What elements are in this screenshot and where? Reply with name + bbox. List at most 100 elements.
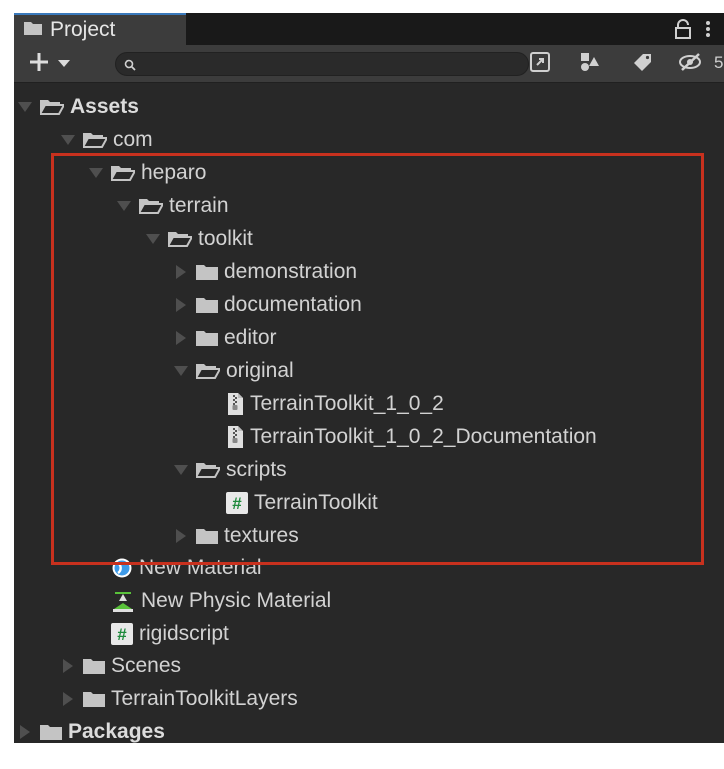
folder-open-icon [111,165,135,181]
zip-file-icon [226,392,244,416]
tree-item-label: original [226,358,294,382]
zip-file-icon [226,425,244,449]
toggle-hidden-packages-button[interactable] [676,49,706,79]
tree-asset-row[interactable]: TerrainToolkit_1_0_2 [202,387,444,420]
folder-icon [196,297,218,313]
tree-folder-row[interactable]: Assets [16,90,139,123]
folder-icon [24,21,42,40]
search-by-type-button[interactable] [525,49,555,79]
tree-asset-row[interactable]: New Physic Material [87,584,331,617]
tree-asset-row[interactable]: New Material [87,551,262,584]
eye-slash-icon [678,52,704,77]
svg-text:#: # [117,625,127,644]
tree-item-label: com [113,127,153,151]
tab-project[interactable]: Project [14,13,186,45]
tab-bar: Project [14,13,724,45]
folder-open-icon [168,231,192,247]
tree-folder-row[interactable]: TerrainToolkitLayers [59,682,298,715]
tree-folder-row[interactable]: original [172,354,294,387]
chevron-down-icon [58,55,70,73]
physic-material-icon [111,589,135,613]
tree-folder-row[interactable]: Scenes [59,649,181,682]
search-field[interactable] [115,52,529,76]
expand-arrow-icon[interactable] [172,461,190,479]
expand-arrow-icon[interactable] [115,197,133,215]
tab-label: Project [50,18,116,41]
csharp-script-icon: # [111,622,133,645]
tree-item-label: TerrainToolkit_1_0_2 [250,391,444,415]
window-search-icon [529,51,551,78]
expand-arrow-icon[interactable] [87,164,105,182]
tree-item-label: rigidscript [139,621,229,645]
tree-item-label: TerrainToolkit_1_0_2_Documentation [250,424,597,448]
filter-by-type-button[interactable] [575,49,605,79]
collapse-arrow-icon[interactable] [59,690,77,708]
tree-folder-row[interactable]: documentation [172,288,362,321]
tag-icon [633,52,653,77]
search-icon [124,58,136,76]
tree-item-label: New Physic Material [141,588,332,612]
filter-by-label-button[interactable] [628,49,658,79]
project-window: Project 5 Assets com heparo terrain tool… [14,13,724,743]
tree-folder-row[interactable]: Packages [16,715,165,743]
tree-folder-row[interactable]: com [59,123,153,156]
folder-icon [196,264,218,280]
tree-item-label: New Material [139,555,262,579]
folder-icon [196,330,218,346]
hidden-packages-count: 5 [714,53,724,72]
collapse-arrow-icon[interactable] [59,657,77,675]
tree-folder-row[interactable]: toolkit [144,222,253,255]
tree-folder-row[interactable]: scripts [172,453,287,486]
lock-icon[interactable] [674,19,692,39]
expand-arrow-icon[interactable] [144,230,162,248]
tree-asset-row[interactable]: # TerrainToolkit [202,486,378,519]
tree-item-label: textures [224,523,299,547]
expand-arrow-icon[interactable] [172,362,190,380]
collapse-arrow-icon[interactable] [172,329,190,347]
expand-arrow-icon[interactable] [59,131,77,149]
tree-asset-row[interactable]: # rigidscript [87,617,229,650]
collapse-arrow-icon[interactable] [172,296,190,314]
collapse-arrow-icon[interactable] [172,263,190,281]
tree-folder-row[interactable]: terrain [115,189,229,222]
tree-asset-row[interactable]: TerrainToolkit_1_0_2_Documentation [202,420,597,453]
tree-folder-row[interactable]: demonstration [172,255,357,288]
folder-icon [83,658,105,674]
tree-item-label: Packages [68,719,165,743]
tree-item-label: editor [224,325,277,349]
tree-folder-row[interactable]: editor [172,321,277,354]
tree-item-label: Assets [70,94,139,118]
shapes-icon [579,51,601,78]
material-icon [111,557,133,579]
search-input[interactable] [142,55,516,75]
collapse-arrow-icon[interactable] [172,527,190,545]
tree-item-label: scripts [226,457,287,481]
folder-open-icon [196,363,220,379]
svg-text:#: # [232,494,242,513]
tree-item-label: terrain [169,193,229,217]
tree-item-label: Scenes [111,653,182,677]
tree-item-label: TerrainToolkit [254,490,378,514]
create-button[interactable] [28,49,88,79]
folder-open-icon [83,132,107,148]
tree-item-label: heparo [141,160,207,184]
collapse-arrow-icon[interactable] [16,723,34,741]
tree-folder-row[interactable]: heparo [87,156,206,189]
folder-open-icon [196,462,220,478]
toolbar: 5 [14,45,724,83]
csharp-script-icon: # [226,491,248,514]
tree-item-label: TerrainToolkitLayers [111,686,298,710]
expand-arrow-icon[interactable] [16,98,34,116]
folder-icon [40,724,62,740]
tree-item-label: demonstration [224,259,358,283]
tree-folder-row[interactable]: textures [172,519,299,552]
folder-open-icon [139,198,163,214]
folder-open-icon [40,99,64,115]
tree-item-label: toolkit [198,226,253,250]
more-options-icon[interactable] [704,19,712,39]
